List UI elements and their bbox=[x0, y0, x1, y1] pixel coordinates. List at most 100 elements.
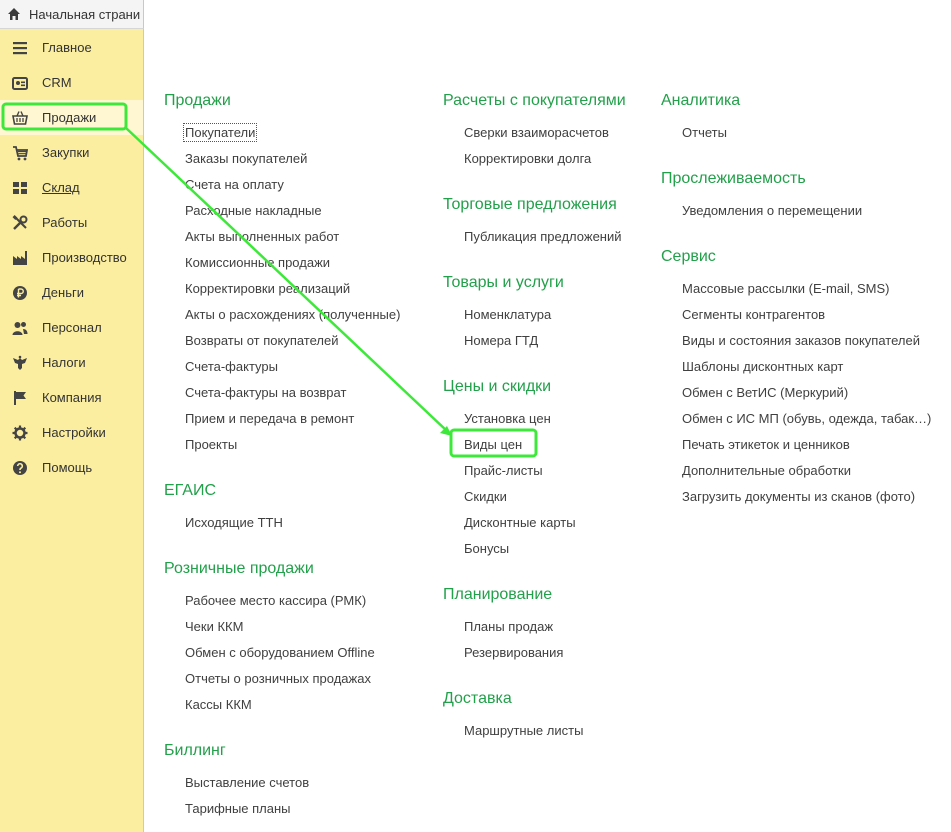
group-title-service: Сервис bbox=[661, 248, 716, 265]
question-icon bbox=[13, 460, 27, 475]
sidebar-item-label: Настройки bbox=[42, 425, 106, 440]
link-projects[interactable]: Проекты bbox=[185, 437, 237, 452]
sidebar-item-warehouse[interactable]: Склад bbox=[0, 170, 143, 205]
link-retail-reports[interactable]: Отчеты о розничных продажах bbox=[185, 671, 371, 686]
link-nomenclature[interactable]: Номенклатура bbox=[464, 307, 551, 322]
group-title-billing: Биллинг bbox=[164, 742, 226, 759]
sidebar-item-help[interactable]: Помощь bbox=[0, 450, 143, 485]
link-price-lists[interactable]: Прайс-листы bbox=[464, 463, 543, 478]
link-outgoing-ttn[interactable]: Исходящие ТТН bbox=[185, 515, 283, 530]
link-set-prices[interactable]: Установка цен bbox=[464, 411, 551, 426]
sales-section-content: Продажи Покупатели Заказы покупателей Сч… bbox=[144, 0, 951, 832]
group-title-sales: Продажи bbox=[164, 92, 231, 109]
sidebar-item-sales[interactable]: Продажи bbox=[0, 100, 143, 135]
link-cashier-workplace[interactable]: Рабочее место кассира (РМК) bbox=[185, 593, 366, 608]
link-order-types-states[interactable]: Виды и состояния заказов покупателей bbox=[682, 333, 920, 348]
link-issue-invoices[interactable]: Выставление счетов bbox=[185, 775, 309, 790]
sidebar-item-label: Налоги bbox=[42, 355, 86, 370]
sidebar-item-label: Помощь bbox=[42, 460, 93, 475]
link-work-acts[interactable]: Акты выполненных работ bbox=[185, 229, 339, 244]
sidebar-item-label: Персонал bbox=[42, 320, 102, 335]
link-discounts[interactable]: Скидки bbox=[464, 489, 507, 504]
sections-panel: Главное CRM Продажи Закупки Склад Работы… bbox=[0, 29, 144, 832]
tab-title: Начальная страни bbox=[29, 6, 141, 22]
cart-icon bbox=[13, 145, 28, 160]
link-gtd-numbers[interactable]: Номера ГТД bbox=[464, 333, 538, 348]
link-customer-orders[interactable]: Заказы покупателей bbox=[185, 151, 307, 166]
eagle-icon bbox=[13, 355, 27, 370]
link-discrepancy-acts[interactable]: Акты о расхождениях (полученные) bbox=[185, 307, 400, 322]
factory-icon bbox=[13, 250, 27, 265]
sidebar-item-purchases[interactable]: Закупки bbox=[0, 135, 143, 170]
sidebar-item-label: Компания bbox=[42, 390, 102, 405]
home-icon bbox=[8, 8, 20, 20]
sidebar-item-label: Деньги bbox=[42, 285, 84, 300]
group-title-goods-services: Товары и услуги bbox=[443, 274, 564, 291]
sidebar-item-taxes[interactable]: Налоги bbox=[0, 345, 143, 380]
gear-icon bbox=[12, 425, 28, 440]
link-route-sheets[interactable]: Маршрутные листы bbox=[464, 723, 583, 738]
group-title-delivery: Доставка bbox=[443, 690, 512, 707]
group-title-analytics: Аналитика bbox=[661, 92, 741, 109]
group-title-prices-discounts: Цены и скидки bbox=[443, 378, 552, 395]
sidebar-item-works[interactable]: Работы bbox=[0, 205, 143, 240]
link-sales-corrections[interactable]: Корректировки реализаций bbox=[185, 281, 350, 296]
sidebar-item-label: Продажи bbox=[42, 110, 97, 125]
link-discount-cards[interactable]: Дисконтные карты bbox=[464, 515, 576, 530]
link-mass-mailings[interactable]: Массовые рассылки (E-mail, SMS) bbox=[682, 281, 890, 296]
shopping-basket-icon bbox=[12, 110, 28, 125]
group-title-planning: Планирование bbox=[443, 586, 553, 603]
sidebar-item-label: Главное bbox=[42, 40, 92, 55]
link-bonuses[interactable]: Бонусы bbox=[464, 541, 509, 556]
group-title-customer-settlements: Расчеты с покупателями bbox=[443, 92, 626, 109]
link-movement-notifications[interactable]: Уведомления о перемещении bbox=[682, 203, 862, 218]
sidebar-item-crm[interactable]: CRM bbox=[0, 65, 143, 100]
link-reports[interactable]: Отчеты bbox=[682, 125, 727, 140]
sidebar-item-main[interactable]: Главное bbox=[0, 30, 143, 65]
sidebar-item-production[interactable]: Производство bbox=[0, 240, 143, 275]
people-icon bbox=[12, 321, 28, 335]
link-kkm-receipts[interactable]: Чеки ККМ bbox=[185, 619, 243, 634]
link-print-labels[interactable]: Печать этикеток и ценников bbox=[682, 437, 850, 452]
group-title-traceability: Прослеживаемость bbox=[661, 170, 806, 187]
link-invoices-for-payment[interactable]: Счета на оплату bbox=[185, 177, 284, 192]
sidebar-item-personnel[interactable]: Персонал bbox=[0, 310, 143, 345]
link-debt-corrections[interactable]: Корректировки долга bbox=[464, 151, 591, 166]
link-counterparty-segments[interactable]: Сегменты контрагентов bbox=[682, 307, 825, 322]
group-title-retail: Розничные продажи bbox=[164, 560, 314, 577]
sidebar-item-label: Работы bbox=[42, 215, 88, 230]
link-sales-plans[interactable]: Планы продаж bbox=[464, 619, 553, 634]
sidebar-item-label: Производство bbox=[42, 250, 127, 265]
sidebar-item-money[interactable]: Деньги bbox=[0, 275, 143, 310]
home-tab[interactable]: Начальная страни bbox=[0, 0, 144, 29]
link-tariff-plans[interactable]: Тарифные планы bbox=[185, 801, 291, 816]
address-card-icon bbox=[12, 76, 28, 90]
link-customer-returns[interactable]: Возвраты от покупателей bbox=[185, 333, 339, 348]
link-commission-sales[interactable]: Комиссионные продажи bbox=[185, 255, 330, 270]
link-offer-publication[interactable]: Публикация предложений bbox=[464, 229, 622, 244]
ruble-coin-icon bbox=[13, 285, 27, 300]
link-reservations[interactable]: Резервирования bbox=[464, 645, 563, 660]
link-additional-processing[interactable]: Дополнительные обработки bbox=[682, 463, 851, 478]
group-title-trade-offers: Торговые предложения bbox=[443, 196, 617, 213]
sidebar-item-label: Закупки bbox=[42, 145, 90, 160]
link-customers[interactable]: Покупатели bbox=[182, 123, 258, 142]
warehouse-grid-icon bbox=[13, 181, 27, 194]
sidebar-item-settings[interactable]: Настройки bbox=[0, 415, 143, 450]
tools-icon bbox=[12, 214, 28, 230]
flag-icon bbox=[14, 390, 26, 405]
link-price-types[interactable]: Виды цен bbox=[464, 437, 522, 452]
group-title-egais: ЕГАИС bbox=[164, 482, 216, 499]
link-kkm-cash-registers[interactable]: Кассы ККМ bbox=[185, 697, 252, 712]
link-discount-card-templates[interactable]: Шаблоны дисконтных карт bbox=[682, 359, 843, 374]
link-load-from-scans[interactable]: Загрузить документы из сканов (фото) bbox=[682, 489, 915, 504]
link-vetis-exchange[interactable]: Обмен с ВетИС (Меркурий) bbox=[682, 385, 848, 400]
link-tax-invoices[interactable]: Счета-фактуры bbox=[185, 359, 278, 374]
link-return-tax-invoices[interactable]: Счета-фактуры на возврат bbox=[185, 385, 346, 400]
link-sales-invoices[interactable]: Расходные накладные bbox=[185, 203, 322, 218]
link-is-mp-exchange[interactable]: Обмен с ИС МП (обувь, одежда, табак…) bbox=[682, 411, 931, 426]
link-offline-exchange[interactable]: Обмен с оборудованием Offline bbox=[185, 645, 375, 660]
link-reconciliations[interactable]: Сверки взаиморасчетов bbox=[464, 125, 609, 140]
sidebar-item-company[interactable]: Компания bbox=[0, 380, 143, 415]
link-repair-transfer[interactable]: Прием и передача в ремонт bbox=[185, 411, 354, 426]
